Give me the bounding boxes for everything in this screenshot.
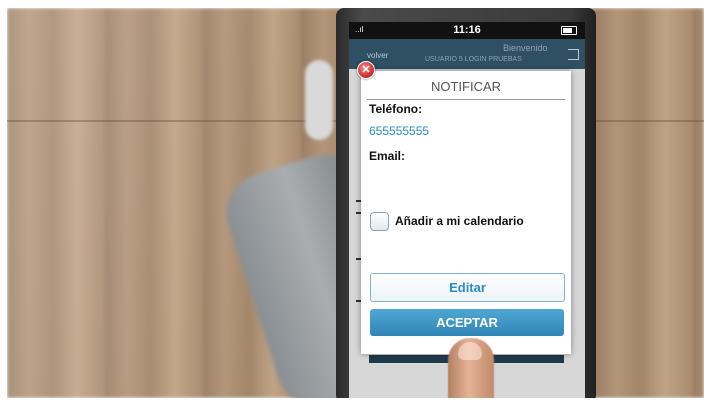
logout-icon[interactable] [568,49,579,60]
frame-border [0,0,713,8]
status-time: 11:16 [453,24,481,36]
dialog-title: NOTIFICAR [430,79,502,94]
app-header: volver Bienvenido USUARIO 5 LOGIN PRUEBA… [349,39,585,69]
shoe [305,60,333,140]
welcome-title: Bienvenido [503,43,548,53]
frame-border [704,0,713,403]
close-icon[interactable]: ✕ [357,61,375,79]
calendar-checkbox-label[interactable]: Añadir a mi calendario [395,214,524,228]
battery-icon [561,26,577,35]
accept-button[interactable]: ACEPTAR [370,309,564,336]
photo-scene: ..ıl 11:16 volver Bienvenido USUARIO 5 L… [0,0,713,403]
fingernail [458,342,482,360]
calendar-checkbox[interactable] [370,212,389,231]
title-divider [367,99,565,100]
phone-label: Teléfono: [369,102,423,116]
user-name: USUARIO 5 LOGIN PRUEBAS [425,56,522,63]
frame-border [0,398,713,403]
edit-button[interactable]: Editar [370,273,565,302]
status-bar: ..ıl 11:16 [349,22,585,39]
back-link[interactable]: volver [367,51,388,60]
phone-value: 655555555 [369,124,430,138]
frame-border [0,0,7,403]
email-label: Email: [369,149,406,163]
